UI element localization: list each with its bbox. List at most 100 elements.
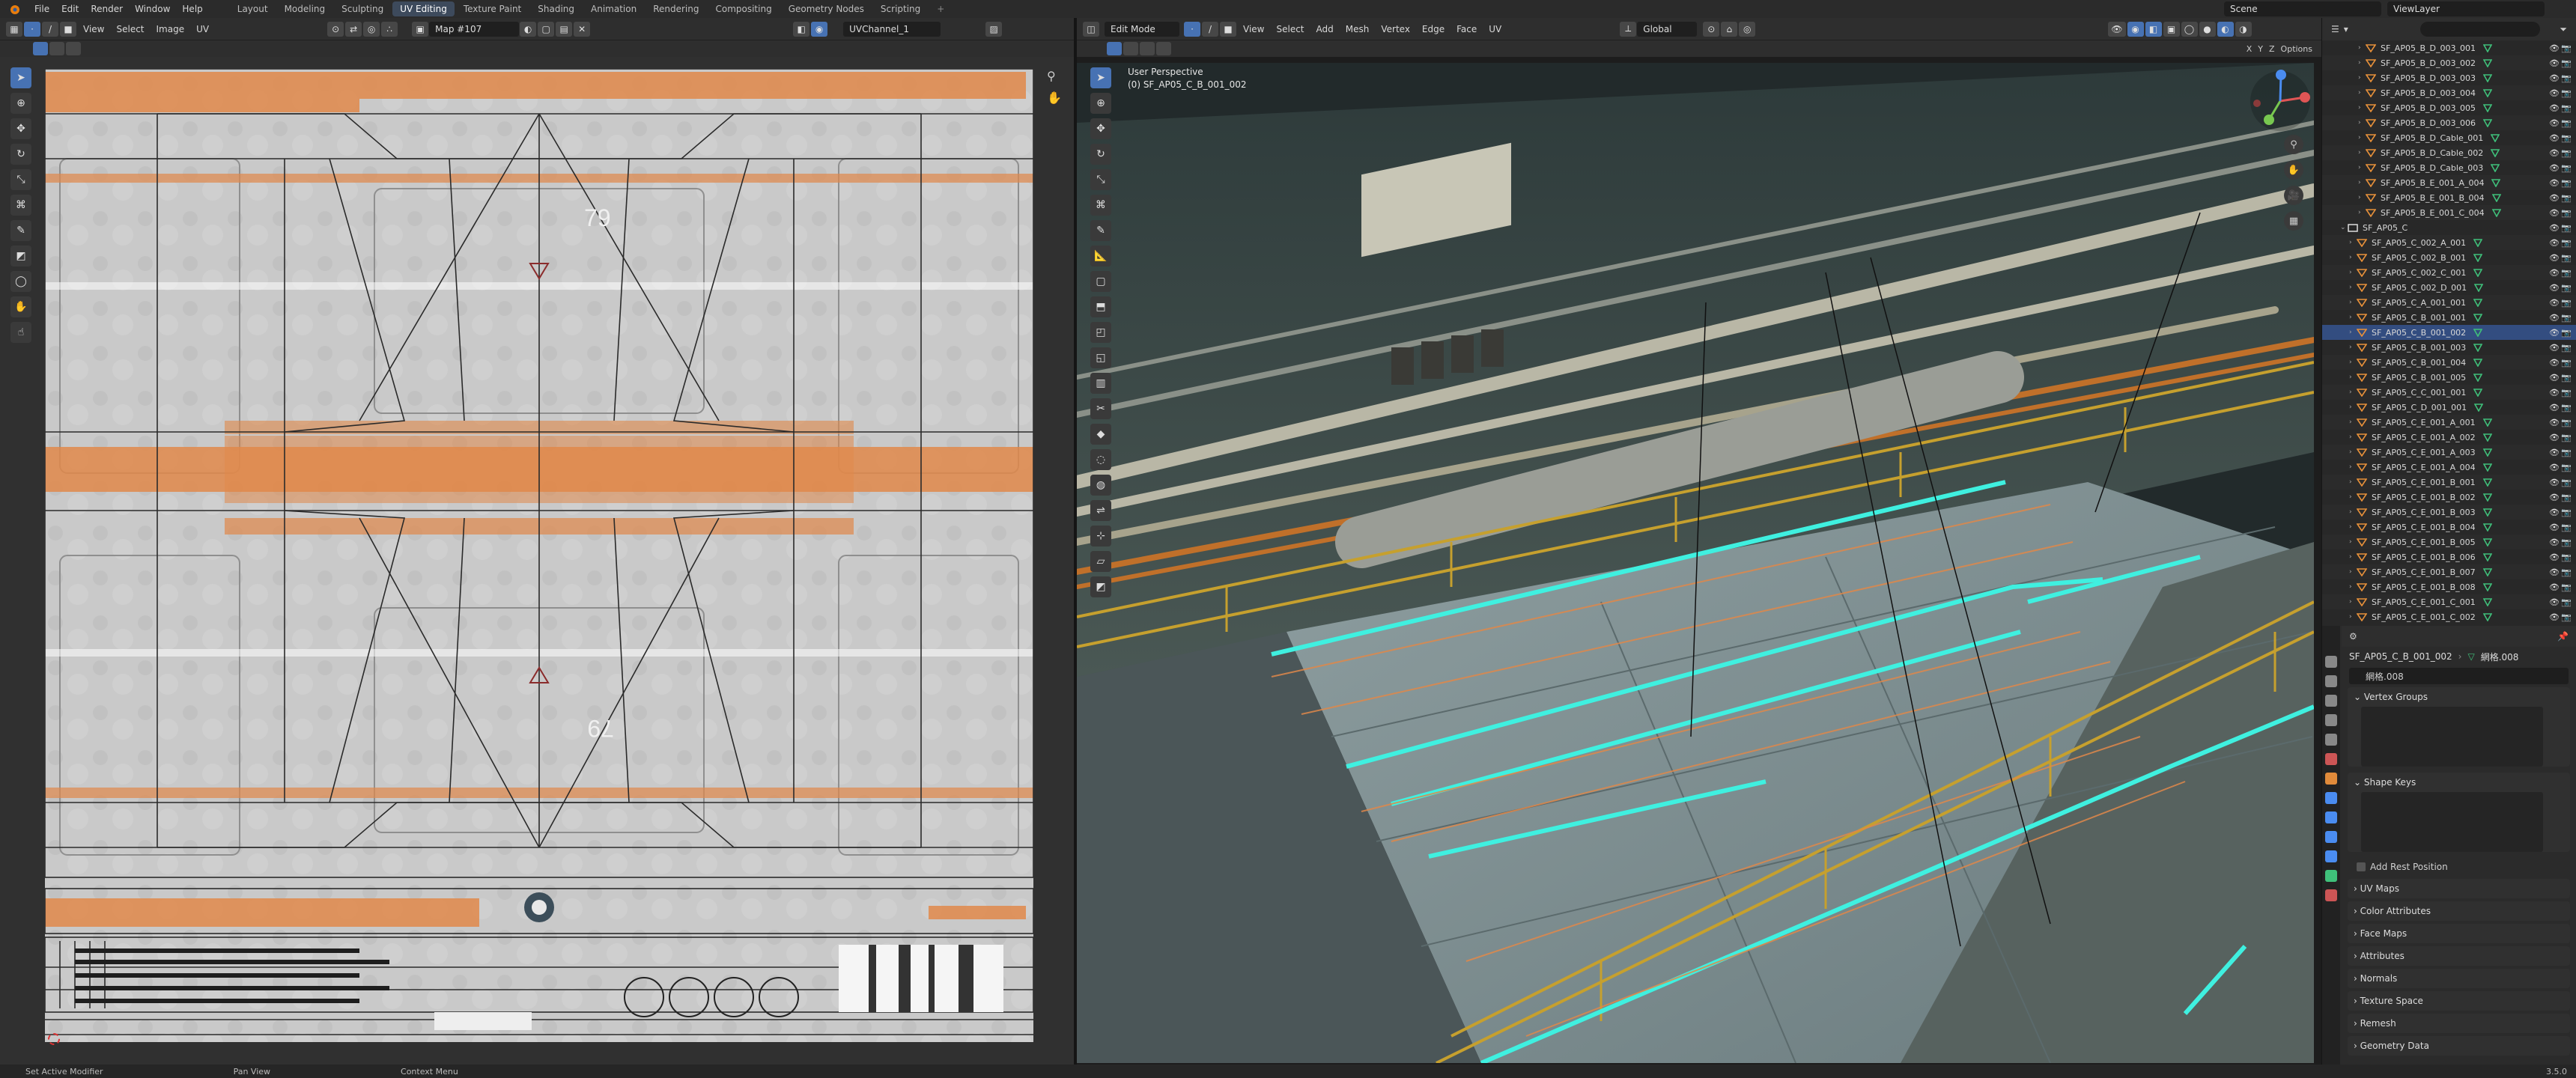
render-camera-icon[interactable]: 📷: [2561, 463, 2572, 472]
visibility-eye-icon[interactable]: 👁: [2549, 403, 2560, 412]
mesh-data-icon[interactable]: [2482, 418, 2492, 427]
render-camera-icon[interactable]: 📷: [2561, 582, 2572, 592]
visibility-eye-icon[interactable]: 👁: [2549, 388, 2560, 398]
add-workspace-icon[interactable]: +: [929, 1, 952, 16]
image-browse-icon[interactable]: ▣: [412, 21, 429, 37]
face-maps-header[interactable]: › Face Maps: [2348, 924, 2570, 943]
expand-arrow-icon[interactable]: ›: [2358, 74, 2366, 82]
render-camera-icon[interactable]: 📷: [2561, 478, 2572, 487]
mesh-data-icon[interactable]: [2482, 118, 2493, 128]
outliner-row[interactable]: › SF_AP05_C_E_001_B_007 👁 📷: [2322, 564, 2576, 579]
vp-annotate-tool-icon[interactable]: ✎: [1090, 220, 1111, 241]
render-camera-icon[interactable]: 📷: [2561, 223, 2572, 233]
mesh-name-field[interactable]: 網格.008: [2349, 668, 2569, 684]
tab-geometry-nodes[interactable]: Geometry Nodes: [781, 1, 872, 16]
unlink-image-icon[interactable]: ✕: [574, 21, 591, 37]
scale-tool-icon[interactable]: ⤡: [10, 169, 31, 190]
outliner-row[interactable]: › SF_AP05_C_002_D_001 👁 📷: [2322, 280, 2576, 295]
outliner-row[interactable]: › SF_AP05_C_002_B_001 👁 📷: [2322, 250, 2576, 265]
wireframe-shading-icon[interactable]: ◯: [2181, 21, 2198, 37]
expand-arrow-icon[interactable]: ›: [2358, 209, 2366, 216]
visibility-eye-icon[interactable]: 👁: [2549, 463, 2560, 472]
visibility-eye-icon[interactable]: 👁: [2549, 313, 2560, 323]
uv-menu-image[interactable]: Image: [151, 24, 191, 34]
pinch-tool-icon[interactable]: ☝: [10, 322, 31, 343]
render-camera-icon[interactable]: 📷: [2561, 552, 2572, 562]
mesh-data-icon[interactable]: [2473, 298, 2483, 308]
render-camera-icon[interactable]: 📷: [2561, 373, 2572, 383]
render-camera-icon[interactable]: 📷: [2561, 238, 2572, 248]
visibility-eye-icon[interactable]: 👁: [2549, 597, 2560, 607]
mesh-data-icon[interactable]: [2482, 612, 2493, 622]
viewport-menu-mesh[interactable]: Mesh: [1340, 24, 1376, 34]
vp-transform-tool-icon[interactable]: ⌘: [1090, 195, 1111, 216]
tab-uv-editing[interactable]: UV Editing: [392, 1, 455, 16]
annotate-tool-icon[interactable]: ✎: [10, 220, 31, 241]
material-shading-icon[interactable]: ◐: [2217, 21, 2234, 37]
vp-scale-tool-icon[interactable]: ⤡: [1090, 169, 1111, 190]
visibility-eye-icon[interactable]: 👁: [2549, 43, 2560, 53]
uv-select-edge-icon[interactable]: [49, 42, 64, 55]
tab-shading[interactable]: Shading: [530, 1, 582, 16]
render-camera-icon[interactable]: 📷: [2561, 597, 2572, 607]
checkbox-box[interactable]: [2357, 862, 2366, 871]
uv-menu-view[interactable]: View: [77, 24, 110, 34]
expand-arrow-icon[interactable]: ›: [2349, 508, 2357, 516]
attributes-header[interactable]: › Attributes: [2348, 946, 2570, 966]
render-camera-icon[interactable]: 📷: [2561, 193, 2572, 203]
outliner-row[interactable]: › SF_AP05_C_C_001_001 👁 📷: [2322, 385, 2576, 400]
visibility-eye-icon[interactable]: 👁: [2549, 88, 2560, 98]
outliner-row[interactable]: › SF_AP05_C_002_A_001 👁 📷: [2322, 235, 2576, 250]
render-camera-icon[interactable]: 📷: [2561, 328, 2572, 338]
texture-space-header[interactable]: › Texture Space: [2348, 991, 2570, 1011]
overlays-icon[interactable]: ◧: [2145, 21, 2162, 37]
expand-arrow-icon[interactable]: ›: [2349, 598, 2357, 606]
outliner-collection-row[interactable]: ⌄ SF_AP05_C 👁 📷: [2322, 220, 2576, 235]
outliner-row[interactable]: › SF_AP05_B_D_003_002 👁 📷: [2322, 55, 2576, 70]
visibility-eye-icon[interactable]: 👁: [2549, 148, 2560, 158]
vp-extrude-tool-icon[interactable]: ⬒: [1090, 296, 1111, 317]
render-camera-icon[interactable]: 📷: [2561, 43, 2572, 53]
outliner-row[interactable]: › SF_AP05_C_B_001_002 👁 📷: [2322, 325, 2576, 340]
viewport-menu-select[interactable]: Select: [1270, 24, 1310, 34]
tab-sculpting[interactable]: Sculpting: [334, 1, 391, 16]
visibility-eye-icon[interactable]: 👁: [2549, 508, 2560, 517]
pivot-icon[interactable]: ⊙: [327, 21, 344, 37]
visibility-icon[interactable]: 👁: [2108, 21, 2126, 37]
new-image-icon[interactable]: ▢: [538, 21, 555, 37]
expand-arrow-icon[interactable]: ›: [2349, 583, 2357, 591]
tab-texture-paint[interactable]: Texture Paint: [456, 1, 529, 16]
vp-inset-tool-icon[interactable]: ◰: [1090, 322, 1111, 343]
data-tab-icon[interactable]: [2325, 870, 2337, 882]
blender-logo-icon[interactable]: [6, 1, 22, 17]
render-camera-icon[interactable]: 📷: [2561, 148, 2572, 158]
mesh-data-icon[interactable]: [2491, 193, 2501, 203]
outliner-row[interactable]: › SF_AP05_B_D_003_001 👁 📷: [2322, 40, 2576, 55]
editor-type-icon[interactable]: ▦: [6, 21, 22, 37]
mesh-data-icon[interactable]: [2482, 597, 2493, 607]
visibility-eye-icon[interactable]: 👁: [2549, 208, 2560, 218]
particles-tab-icon[interactable]: [2325, 811, 2337, 823]
outliner-row[interactable]: › SF_AP05_C_E_001_B_004 👁 📷: [2322, 520, 2576, 535]
visibility-eye-icon[interactable]: 👁: [2549, 418, 2560, 427]
mesh-data-icon[interactable]: [2491, 178, 2501, 188]
menu-help[interactable]: Help: [176, 4, 208, 14]
outliner-row[interactable]: › SF_AP05_C_E_001_C_001 👁 📷: [2322, 594, 2576, 609]
proportional-edit-icon[interactable]: ◎: [1739, 21, 1756, 37]
vp-shrink-tool-icon[interactable]: ⊹: [1090, 526, 1111, 546]
render-camera-icon[interactable]: 📷: [2561, 418, 2572, 427]
visibility-eye-icon[interactable]: 👁: [2549, 552, 2560, 562]
expand-arrow-icon[interactable]: ›: [2349, 389, 2357, 396]
render-camera-icon[interactable]: 📷: [2561, 103, 2572, 113]
snap-icon[interactable]: ∴: [381, 21, 398, 37]
uv-map-field[interactable]: UVChannel_1: [843, 21, 941, 37]
outliner-row[interactable]: › SF_AP05_C_B_001_001 👁 📷: [2322, 310, 2576, 325]
grab-tool-icon[interactable]: ◯: [10, 271, 31, 292]
expand-arrow-icon[interactable]: ›: [2349, 568, 2357, 576]
visibility-eye-icon[interactable]: 👁: [2549, 582, 2560, 592]
visibility-eye-icon[interactable]: 👁: [2549, 58, 2560, 68]
viewport-menu-face[interactable]: Face: [1450, 24, 1483, 34]
mesh-data-icon[interactable]: [2482, 538, 2493, 547]
vp-spin-tool-icon[interactable]: ◌: [1090, 449, 1111, 470]
shape-keys-list[interactable]: [2361, 792, 2543, 852]
